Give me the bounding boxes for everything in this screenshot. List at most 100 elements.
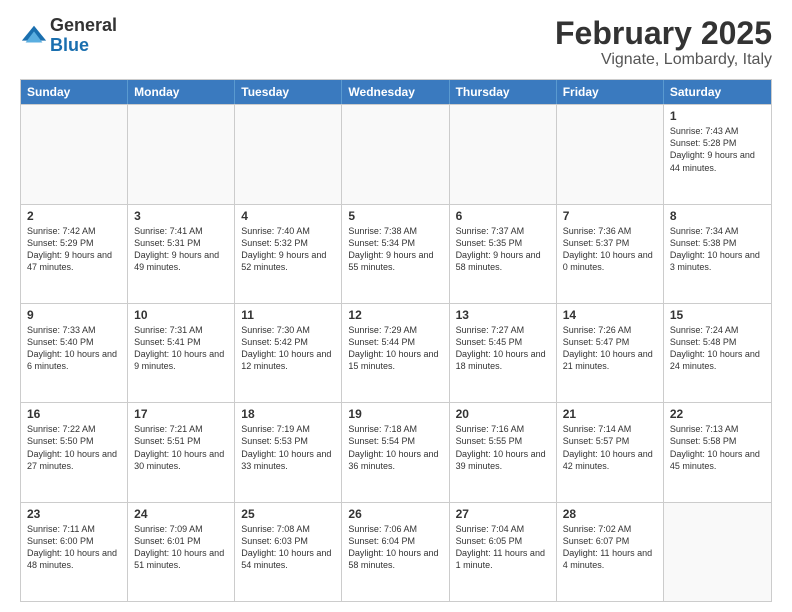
day-number: 9 <box>27 308 121 322</box>
calendar-row-1: 2Sunrise: 7:42 AM Sunset: 5:29 PM Daylig… <box>21 204 771 303</box>
day-info: Sunrise: 7:27 AM Sunset: 5:45 PM Dayligh… <box>456 324 550 373</box>
calendar-cell: 22Sunrise: 7:13 AM Sunset: 5:58 PM Dayli… <box>664 403 771 501</box>
calendar-cell: 14 Sunrise: 7:26 AM Sunset: 5:47 PM Dayli… <box>557 304 664 402</box>
calendar-cell: 13 Sunrise: 7:27 AM Sunset: 5:45 PM Dayli… <box>450 304 557 402</box>
day-number: 19 <box>348 407 442 421</box>
day-info: Sunrise: 7:34 AM Sunset: 5:38 PM Dayligh… <box>670 225 765 274</box>
calendar-cell: 17 Sunrise: 7:21 AM Sunset: 5:51 PM Dayli… <box>128 403 235 501</box>
calendar-cell: 19 Sunrise: 7:18 AM Sunset: 5:54 PM Dayli… <box>342 403 449 501</box>
calendar-cell: 3Sunrise: 7:41 AM Sunset: 5:31 PM Daylig… <box>128 205 235 303</box>
calendar-cell: 27Sunrise: 7:04 AM Sunset: 6:05 PM Dayli… <box>450 503 557 601</box>
calendar-cell <box>235 105 342 203</box>
day-number: 21 <box>563 407 657 421</box>
header-tuesday: Tuesday <box>235 80 342 104</box>
header: General Blue February 2025 Vignate, Lomb… <box>20 16 772 69</box>
day-info: Sunrise: 7:29 AM Sunset: 5:44 PM Dayligh… <box>348 324 442 373</box>
day-number: 8 <box>670 209 765 223</box>
calendar-cell: 2Sunrise: 7:42 AM Sunset: 5:29 PM Daylig… <box>21 205 128 303</box>
calendar-cell: 24 Sunrise: 7:09 AM Sunset: 6:01 PM Dayli… <box>128 503 235 601</box>
day-number: 6 <box>456 209 550 223</box>
day-number: 25 <box>241 507 335 521</box>
page: General Blue February 2025 Vignate, Lomb… <box>0 0 792 612</box>
day-info: Sunrise: 7:14 AM Sunset: 5:57 PM Dayligh… <box>563 423 657 472</box>
day-info: Sunrise: 7:42 AM Sunset: 5:29 PM Dayligh… <box>27 225 121 274</box>
day-number: 20 <box>456 407 550 421</box>
day-info: Sunrise: 7:22 AM Sunset: 5:50 PM Dayligh… <box>27 423 121 472</box>
day-number: 24 <box>134 507 228 521</box>
header-wednesday: Wednesday <box>342 80 449 104</box>
calendar-row-0: 1 Sunrise: 7:43 AM Sunset: 5:28 PM Daylig… <box>21 104 771 203</box>
day-number: 10 <box>134 308 228 322</box>
calendar-cell <box>21 105 128 203</box>
day-number: 26 <box>348 507 442 521</box>
calendar-header: Sunday Monday Tuesday Wednesday Thursday… <box>21 80 771 104</box>
header-sunday: Sunday <box>21 80 128 104</box>
calendar-cell: 23Sunrise: 7:11 AM Sunset: 6:00 PM Dayli… <box>21 503 128 601</box>
calendar-cell: 6 Sunrise: 7:37 AM Sunset: 5:35 PM Daylig… <box>450 205 557 303</box>
header-monday: Monday <box>128 80 235 104</box>
day-info: Sunrise: 7:13 AM Sunset: 5:58 PM Dayligh… <box>670 423 765 472</box>
day-number: 1 <box>670 109 765 123</box>
day-info: Sunrise: 7:19 AM Sunset: 5:53 PM Dayligh… <box>241 423 335 472</box>
day-info: Sunrise: 7:37 AM Sunset: 5:35 PM Dayligh… <box>456 225 550 274</box>
calendar-cell: 11 Sunrise: 7:30 AM Sunset: 5:42 PM Dayli… <box>235 304 342 402</box>
day-number: 16 <box>27 407 121 421</box>
day-info: Sunrise: 7:41 AM Sunset: 5:31 PM Dayligh… <box>134 225 228 274</box>
day-info: Sunrise: 7:18 AM Sunset: 5:54 PM Dayligh… <box>348 423 442 472</box>
calendar-cell: 20 Sunrise: 7:16 AM Sunset: 5:55 PM Dayli… <box>450 403 557 501</box>
day-info: Sunrise: 7:43 AM Sunset: 5:28 PM Dayligh… <box>670 125 765 174</box>
calendar-cell <box>450 105 557 203</box>
calendar-row-3: 16 Sunrise: 7:22 AM Sunset: 5:50 PM Dayli… <box>21 402 771 501</box>
day-number: 17 <box>134 407 228 421</box>
calendar-title: February 2025 <box>555 16 772 51</box>
day-info: Sunrise: 7:30 AM Sunset: 5:42 PM Dayligh… <box>241 324 335 373</box>
day-number: 27 <box>456 507 550 521</box>
day-info: Sunrise: 7:21 AM Sunset: 5:51 PM Dayligh… <box>134 423 228 472</box>
day-info: Sunrise: 7:24 AM Sunset: 5:48 PM Dayligh… <box>670 324 765 373</box>
logo-icon <box>20 22 48 50</box>
calendar-cell: 15 Sunrise: 7:24 AM Sunset: 5:48 PM Dayli… <box>664 304 771 402</box>
day-number: 14 <box>563 308 657 322</box>
day-number: 11 <box>241 308 335 322</box>
calendar-cell <box>128 105 235 203</box>
calendar-cell: 9Sunrise: 7:33 AM Sunset: 5:40 PM Daylig… <box>21 304 128 402</box>
day-number: 18 <box>241 407 335 421</box>
calendar-cell: 10 Sunrise: 7:31 AM Sunset: 5:41 PM Dayli… <box>128 304 235 402</box>
day-number: 4 <box>241 209 335 223</box>
day-number: 5 <box>348 209 442 223</box>
calendar-cell: 28Sunrise: 7:02 AM Sunset: 6:07 PM Dayli… <box>557 503 664 601</box>
day-info: Sunrise: 7:40 AM Sunset: 5:32 PM Dayligh… <box>241 225 335 274</box>
calendar-cell <box>664 503 771 601</box>
day-number: 12 <box>348 308 442 322</box>
day-info: Sunrise: 7:06 AM Sunset: 6:04 PM Dayligh… <box>348 523 442 572</box>
day-number: 15 <box>670 308 765 322</box>
day-info: Sunrise: 7:11 AM Sunset: 6:00 PM Dayligh… <box>27 523 121 572</box>
calendar-cell: 16 Sunrise: 7:22 AM Sunset: 5:50 PM Dayli… <box>21 403 128 501</box>
day-info: Sunrise: 7:36 AM Sunset: 5:37 PM Dayligh… <box>563 225 657 274</box>
calendar-cell: 8 Sunrise: 7:34 AM Sunset: 5:38 PM Daylig… <box>664 205 771 303</box>
calendar-cell: 5 Sunrise: 7:38 AM Sunset: 5:34 PM Daylig… <box>342 205 449 303</box>
day-info: Sunrise: 7:26 AM Sunset: 5:47 PM Dayligh… <box>563 324 657 373</box>
calendar-cell: 18 Sunrise: 7:19 AM Sunset: 5:53 PM Dayli… <box>235 403 342 501</box>
logo-blue: Blue <box>50 36 117 56</box>
day-info: Sunrise: 7:08 AM Sunset: 6:03 PM Dayligh… <box>241 523 335 572</box>
day-info: Sunrise: 7:09 AM Sunset: 6:01 PM Dayligh… <box>134 523 228 572</box>
calendar-cell <box>342 105 449 203</box>
logo-general: General <box>50 16 117 36</box>
day-number: 13 <box>456 308 550 322</box>
calendar-cell: 21 Sunrise: 7:14 AM Sunset: 5:57 PM Dayli… <box>557 403 664 501</box>
calendar-row-2: 9Sunrise: 7:33 AM Sunset: 5:40 PM Daylig… <box>21 303 771 402</box>
day-number: 7 <box>563 209 657 223</box>
day-info: Sunrise: 7:16 AM Sunset: 5:55 PM Dayligh… <box>456 423 550 472</box>
header-saturday: Saturday <box>664 80 771 104</box>
logo: General Blue <box>20 16 117 56</box>
header-friday: Friday <box>557 80 664 104</box>
calendar-cell: 1 Sunrise: 7:43 AM Sunset: 5:28 PM Daylig… <box>664 105 771 203</box>
calendar-cell: 12 Sunrise: 7:29 AM Sunset: 5:44 PM Dayli… <box>342 304 449 402</box>
calendar-cell: 4 Sunrise: 7:40 AM Sunset: 5:32 PM Daylig… <box>235 205 342 303</box>
day-info: Sunrise: 7:38 AM Sunset: 5:34 PM Dayligh… <box>348 225 442 274</box>
calendar-body: 1 Sunrise: 7:43 AM Sunset: 5:28 PM Daylig… <box>21 104 771 601</box>
day-info: Sunrise: 7:31 AM Sunset: 5:41 PM Dayligh… <box>134 324 228 373</box>
day-number: 28 <box>563 507 657 521</box>
calendar-cell: 7 Sunrise: 7:36 AM Sunset: 5:37 PM Daylig… <box>557 205 664 303</box>
